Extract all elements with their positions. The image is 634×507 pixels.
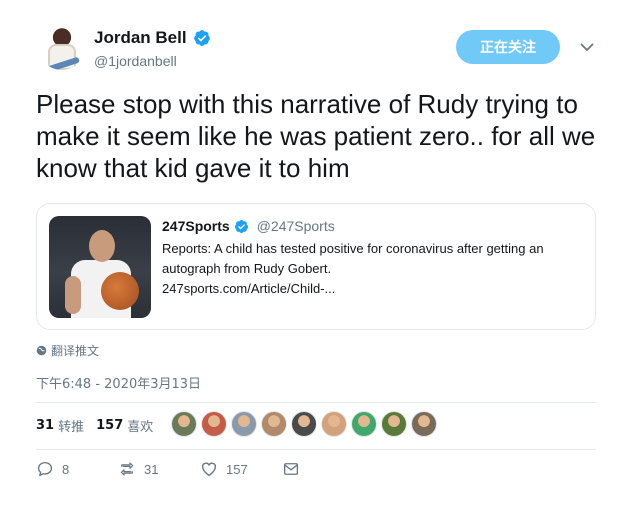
author-name-row: Jordan Bell	[94, 28, 211, 48]
translate-label[interactable]: 翻译推文	[51, 342, 99, 359]
liker-avatar[interactable]	[171, 411, 197, 437]
retweet-count: 31	[144, 461, 159, 477]
link-card[interactable]: 247Sports @247Sports Reports: A child ha…	[36, 203, 596, 330]
liker-avatar[interactable]	[351, 411, 377, 437]
author-display-name[interactable]: Jordan Bell	[94, 28, 187, 48]
retweet-button[interactable]: 31	[118, 460, 200, 478]
card-body: 247Sports @247Sports Reports: A child ha…	[162, 218, 582, 299]
tweet-text: Please stop with this narrative of Rudy …	[36, 89, 596, 183]
liker-avatar[interactable]	[231, 411, 257, 437]
envelope-icon	[283, 463, 299, 475]
heart-icon	[201, 462, 217, 477]
tweet-header: Jordan Bell @1jordanbell 正在关注	[30, 18, 610, 78]
likes-count[interactable]: 157	[96, 418, 123, 433]
likes-label[interactable]: 喜欢	[127, 416, 153, 435]
liker-avatar[interactable]	[321, 411, 347, 437]
card-header: 247Sports @247Sports	[162, 218, 582, 234]
card-source-name: 247Sports	[162, 218, 230, 234]
card-description: Reports: A child has tested positive for…	[162, 241, 544, 276]
reply-icon	[37, 461, 53, 477]
tweet-stats: 31 转推 157 喜欢	[36, 416, 165, 435]
reply-count: 8	[62, 461, 70, 477]
retweets-count[interactable]: 31	[36, 418, 54, 433]
chevron-down-icon[interactable]	[580, 40, 594, 54]
card-url: 247sports.com/Article/Child-...	[162, 281, 336, 296]
author-handle[interactable]: @1jordanbell	[94, 53, 177, 69]
direct-message-button[interactable]	[282, 460, 322, 478]
retweets-label[interactable]: 转推	[58, 416, 84, 435]
liker-avatar[interactable]	[291, 411, 317, 437]
verified-badge-icon	[193, 30, 210, 46]
tweet-actions: 8 31 157	[36, 460, 322, 478]
card-source-handle: @247Sports	[256, 218, 335, 234]
reply-button[interactable]: 8	[36, 460, 118, 478]
liker-avatar[interactable]	[261, 411, 287, 437]
card-thumbnail	[49, 216, 151, 318]
author-avatar[interactable]	[38, 22, 86, 70]
verified-badge-icon	[234, 219, 248, 233]
retweet-icon	[120, 462, 134, 476]
like-count: 157	[226, 461, 248, 477]
following-button[interactable]: 正在关注	[456, 30, 560, 64]
translate-tweet-link[interactable]: 翻译推文	[36, 342, 99, 359]
tweet-timestamp[interactable]: 下午6:48 - 2020年3月13日	[36, 373, 201, 392]
liker-avatar[interactable]	[201, 411, 227, 437]
liker-avatar[interactable]	[411, 411, 437, 437]
like-button[interactable]: 157	[200, 460, 282, 478]
liker-avatars	[171, 411, 437, 437]
globe-icon	[36, 345, 47, 356]
divider	[36, 402, 596, 403]
liker-avatar[interactable]	[381, 411, 407, 437]
divider	[36, 449, 596, 450]
